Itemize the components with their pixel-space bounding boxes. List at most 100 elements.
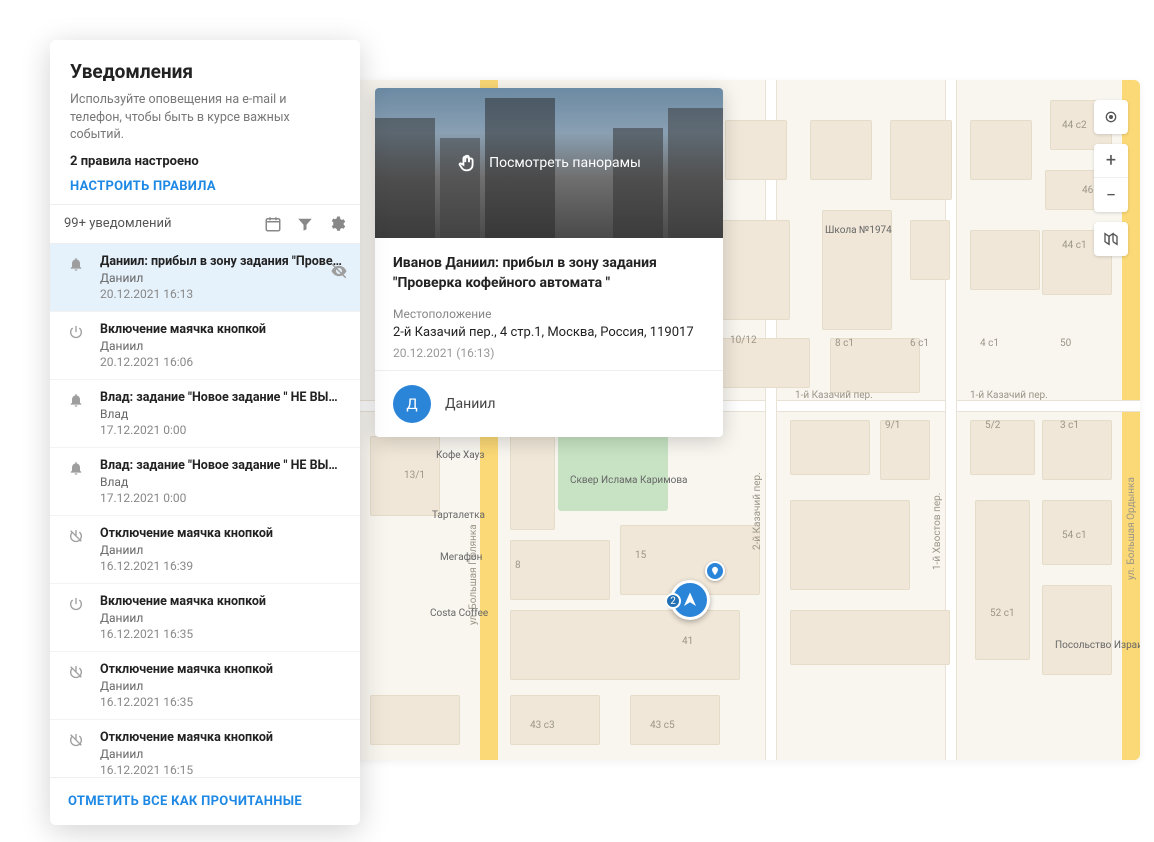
map-label-b16: 43 с3 [530,720,555,731]
map-label-cafe1: Кофе Хауз [436,450,484,461]
building [790,610,950,665]
bell-icon [64,254,88,301]
building [810,120,872,180]
map-label-cafe3: Мегафон [440,552,482,563]
zoom-in-button[interactable]: + [1094,144,1128,178]
map-label-cafe2: Тарталетка [432,510,485,521]
building [370,695,460,745]
map-label-b19: 52 с1 [990,608,1015,619]
detail-body: Иванов Даниил: прибыл в зону задания "Пр… [375,238,723,370]
map-label-b7: 44 с1 [1062,240,1087,251]
panel-header: Уведомления Используйте оповещения на e-… [50,40,360,204]
notification-title: Отключение маячка кнопкой [100,526,346,541]
notification-date: 16.12.2021 16:15 [100,763,346,777]
notification-user: Даниил [100,747,346,761]
avatar: Д [393,385,431,423]
power-off-icon [64,662,88,709]
map-layers-button[interactable] [1094,222,1128,256]
locate-button[interactable] [1094,100,1128,134]
tap-icon [457,152,479,174]
notification-date: 16.12.2021 16:35 [100,627,346,641]
location-label: Местоположение [393,307,705,321]
map-label-b5: 44 с2 [1062,120,1087,131]
detail-user-row[interactable]: Д Даниил [375,370,723,437]
map-label-b17: 43 с5 [650,720,675,731]
building [1042,585,1112,675]
map-marker[interactable]: 2 [670,580,710,620]
building [790,420,870,475]
map-label-b10: 3 с1 [1060,420,1079,431]
detail-date: 20.12.2021 (16:13) [393,346,705,360]
notification-title: Влад: задание "Новое задание " НЕ ВЫПОЛН… [100,458,346,473]
notification-user: Влад [100,475,346,489]
eye-off-icon[interactable] [330,262,348,280]
notification-title: Отключение маячка кнопкой [100,730,346,745]
configure-rules-link[interactable]: НАСТРОИТЬ ПРАВИЛА [70,179,340,194]
notification-date: 16.12.2021 16:39 [100,559,346,573]
power-icon [64,322,88,369]
notification-item[interactable]: Отключение маячка кнопкойДаниил16.12.202… [50,652,360,720]
building [725,120,787,180]
notification-item[interactable]: Включение маячка кнопкой Даниил 16.12.2021… [50,584,360,652]
building [510,695,600,745]
notification-item[interactable]: Отключение маячка кнопкой Даниил 16.12.202… [50,720,360,778]
building [510,540,610,600]
map-label-street1: 1-й Казачий пер. [795,390,873,401]
power-icon [64,594,88,641]
map-mini-marker[interactable] [705,561,725,581]
bell-icon [64,458,88,505]
map-label-b12: 13/1 [404,470,425,481]
notification-item[interactable]: Даниил: прибыл в зону задания "Провер...… [50,244,360,312]
toolbar-count: 99+ уведомлений [64,216,172,231]
panorama-label: Посмотреть панорамы [489,155,641,171]
map-label-school: Школа №1974 [825,225,892,236]
calendar-icon[interactable] [264,215,282,233]
map-label-b14: 15 [635,550,646,561]
map-label-b20: 50 [1060,338,1071,349]
building [910,220,950,280]
panorama-preview[interactable]: Посмотреть панорамы [375,88,723,238]
gear-icon[interactable] [328,215,346,233]
building [970,420,1035,475]
notification-item[interactable]: Влад: задание "Новое задание " НЕ ВЫПОЛН… [50,448,360,516]
zoom-group: + − [1094,144,1128,212]
notification-date: 17.12.2021 0:00 [100,423,346,437]
notifications-list[interactable]: Даниил: прибыл в зону задания "Провер...… [50,244,360,778]
user-name: Даниил [445,396,495,412]
map-label-b9: 5/2 [985,420,1000,431]
notification-item[interactable]: Отключение маячка кнопкойДаниил16.12.202… [50,516,360,584]
building [975,500,1030,660]
notification-item[interactable]: Включение маячка кнопкойДаниил20.12.2021… [50,312,360,380]
notification-title: Включение маячка кнопкой [100,594,346,609]
filter-icon[interactable] [296,215,314,233]
map-label-b1: 10/12 [730,335,757,346]
building [630,695,720,745]
map-label-b2: 8 с1 [835,338,854,349]
map-label-square: Сквер Ислама Каримова [570,475,660,486]
panel-footer: ОТМЕТИТЬ ВСЕ КАК ПРОЧИТАННЫЕ [50,777,360,825]
road-v1 [765,80,777,760]
notification-user: Даниил [100,611,346,625]
map-label-b3: 6 с1 [910,338,929,349]
map-label-b8: 9/1 [885,420,900,431]
map-label-street4: ул. Большая Ордынка [1126,477,1137,580]
notification-date: 17.12.2021 0:00 [100,491,346,505]
marker-badge: 2 [665,593,681,609]
panel-subtitle: Используйте оповещения на e-mail и телеф… [70,91,340,144]
map-label-b6: 46 [1082,185,1093,196]
notification-item[interactable]: Влад: задание "Новое задание " НЕ ВЫПОЛН… [50,380,360,448]
building [510,610,740,680]
notification-user: Влад [100,407,346,421]
notifications-panel: Уведомления Используйте оповещения на e-… [50,40,360,825]
map-label-b15: 41 [682,636,693,647]
rules-count: 2 правила настроено [70,154,340,169]
location-value: 2-й Казачий пер., 4 стр.1, Москва, Росси… [393,325,705,340]
map-label-street2: 2-й Казачий пер. [752,472,763,550]
map-label-embassy: Посольство Израиля [1055,640,1115,651]
mark-all-read-link[interactable]: ОТМЕТИТЬ ВСЕ КАК ПРОЧИТАННЫЕ [68,794,342,809]
notification-user: Даниил [100,271,346,285]
map-label-cafe4: Costa Coffee [430,608,488,619]
panel-title: Уведомления [70,60,340,83]
zoom-out-button[interactable]: − [1094,178,1128,212]
bell-icon [64,390,88,437]
